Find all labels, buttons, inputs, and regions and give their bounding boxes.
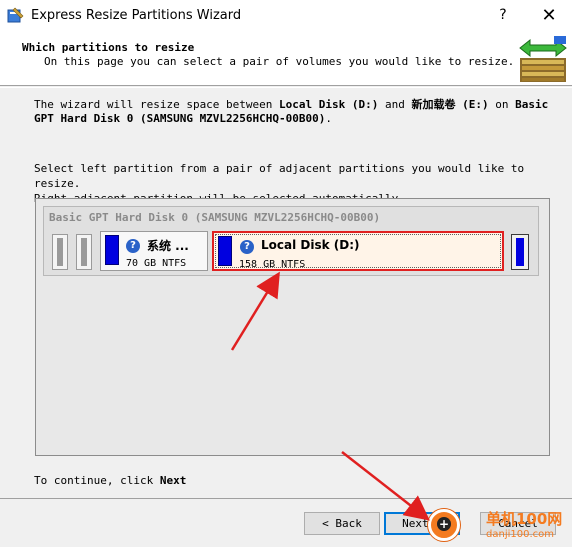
page-title: Which partitions to resize — [22, 41, 195, 54]
wizard-header: Which partitions to resize On this page … — [0, 31, 572, 86]
partition-size: 158 GB NTFS — [239, 259, 306, 270]
partition-name: 系统 ... — [147, 239, 189, 253]
back-button[interactable]: < Back — [304, 512, 380, 535]
help-question-icon: ? — [240, 240, 254, 254]
arrow-to-next-icon — [341, 451, 430, 521]
partition-name: Local Disk (D:) — [261, 238, 360, 252]
continue-prefix: To continue, click — [34, 474, 160, 487]
partition-fill — [105, 235, 119, 265]
window-title: Express Resize Partitions Wizard — [31, 8, 242, 23]
unallocated-slot-2[interactable] — [76, 234, 92, 270]
resize-partitions-logo-icon — [519, 36, 567, 82]
watermark-title: 单机100网 — [486, 510, 563, 528]
continue-hint: To continue, click Next — [34, 474, 186, 487]
instruction-line-1: Select left partition from a pair of adj… — [34, 162, 525, 190]
partition-system[interactable]: ? 系统 ... 70 GB NTFS — [100, 231, 208, 271]
page-subtitle: On this page you can select a pair of vo… — [44, 55, 515, 68]
wizard-app-icon — [7, 7, 24, 23]
disk-label: Basic GPT Hard Disk 0 (SAMSUNG MZVL2256H… — [49, 211, 381, 224]
footer-separator — [0, 498, 572, 499]
slot-bar — [57, 238, 63, 266]
intro-and: and — [378, 98, 412, 111]
intro-text: The wizard will resize space between Loc… — [34, 98, 554, 126]
continue-target: Next — [159, 474, 187, 487]
watermark: + 单机100网 danji100.com — [428, 507, 572, 547]
partition-right-adjacent[interactable] — [511, 234, 529, 270]
partition-size: 70 GB NTFS — [126, 258, 187, 269]
partition-fill — [218, 236, 232, 266]
intro-left-partition: Local Disk (D:) — [279, 98, 379, 111]
watermark-url: danji100.com — [486, 529, 554, 540]
help-button[interactable]: ? — [480, 0, 526, 31]
unallocated-slot-1[interactable] — [52, 234, 68, 270]
intro-suffix: . — [325, 112, 333, 125]
slot-bar — [81, 238, 87, 266]
slot-bar — [516, 238, 524, 266]
partition-local-disk-d[interactable]: ? Local Disk (D:) 158 GB NTFS — [212, 231, 504, 271]
watermark-logo-icon: + — [428, 509, 460, 541]
intro-on: on — [488, 98, 516, 111]
header-separator — [0, 87, 572, 88]
close-button[interactable]: ✕ — [526, 0, 572, 31]
intro-right-partition: 新加载卷 (E:) — [411, 98, 489, 111]
help-question-icon: ? — [126, 239, 140, 253]
intro-prefix: The wizard will resize space between — [34, 98, 280, 111]
title-bar: Express Resize Partitions Wizard ? ✕ — [0, 0, 572, 31]
